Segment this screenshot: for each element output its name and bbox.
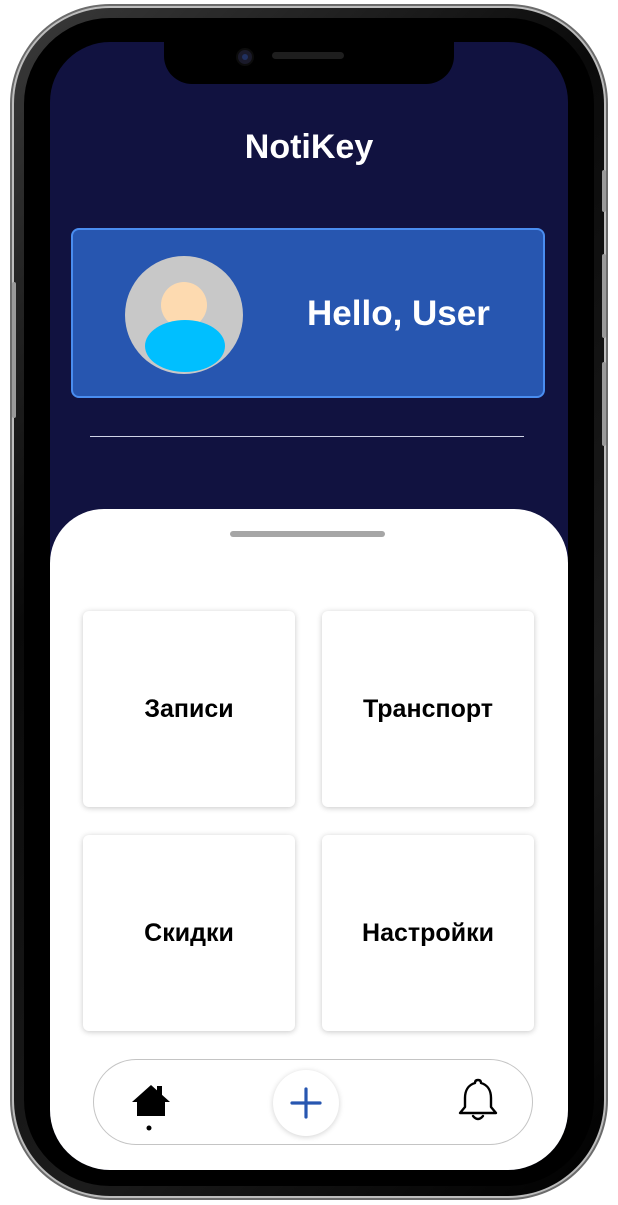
avatar-body bbox=[145, 320, 225, 372]
greeting-text: Hello, User bbox=[307, 294, 490, 333]
bell-icon bbox=[458, 1078, 498, 1121]
user-avatar-icon[interactable] bbox=[125, 256, 243, 374]
active-indicator bbox=[146, 1125, 152, 1131]
tile-discounts[interactable]: Скидки bbox=[83, 835, 295, 1031]
screen: NotiKey Hello, User Записи Транспорт Ски… bbox=[50, 42, 568, 1170]
nav-home-button[interactable] bbox=[130, 1082, 172, 1132]
app-title: NotiKey bbox=[244, 128, 374, 166]
tile-records[interactable]: Записи bbox=[83, 611, 295, 807]
add-button[interactable] bbox=[273, 1070, 339, 1136]
side-button bbox=[602, 362, 606, 446]
tile-label: Записи bbox=[144, 694, 234, 723]
tile-label: Настройки bbox=[362, 918, 494, 947]
home-icon bbox=[132, 1085, 170, 1131]
plus-icon bbox=[290, 1087, 322, 1119]
sheet-drag-handle[interactable] bbox=[230, 531, 385, 537]
tile-settings[interactable]: Настройки bbox=[322, 835, 534, 1031]
speaker-grille bbox=[272, 52, 344, 59]
tile-label: Транспорт bbox=[362, 694, 494, 723]
side-button bbox=[602, 254, 606, 338]
side-button bbox=[602, 170, 606, 212]
divider bbox=[90, 436, 524, 437]
tile-label: Скидки bbox=[144, 918, 234, 947]
bottom-nav-bar bbox=[93, 1059, 533, 1145]
bottom-sheet: Записи Транспорт Скидки Настройки bbox=[50, 509, 568, 1170]
side-button bbox=[12, 282, 16, 418]
camera-icon bbox=[236, 48, 254, 66]
notifications-button[interactable] bbox=[454, 1076, 502, 1124]
profile-card[interactable]: Hello, User bbox=[71, 228, 545, 398]
notch bbox=[164, 42, 454, 84]
tile-transport[interactable]: Транспорт bbox=[322, 611, 534, 807]
